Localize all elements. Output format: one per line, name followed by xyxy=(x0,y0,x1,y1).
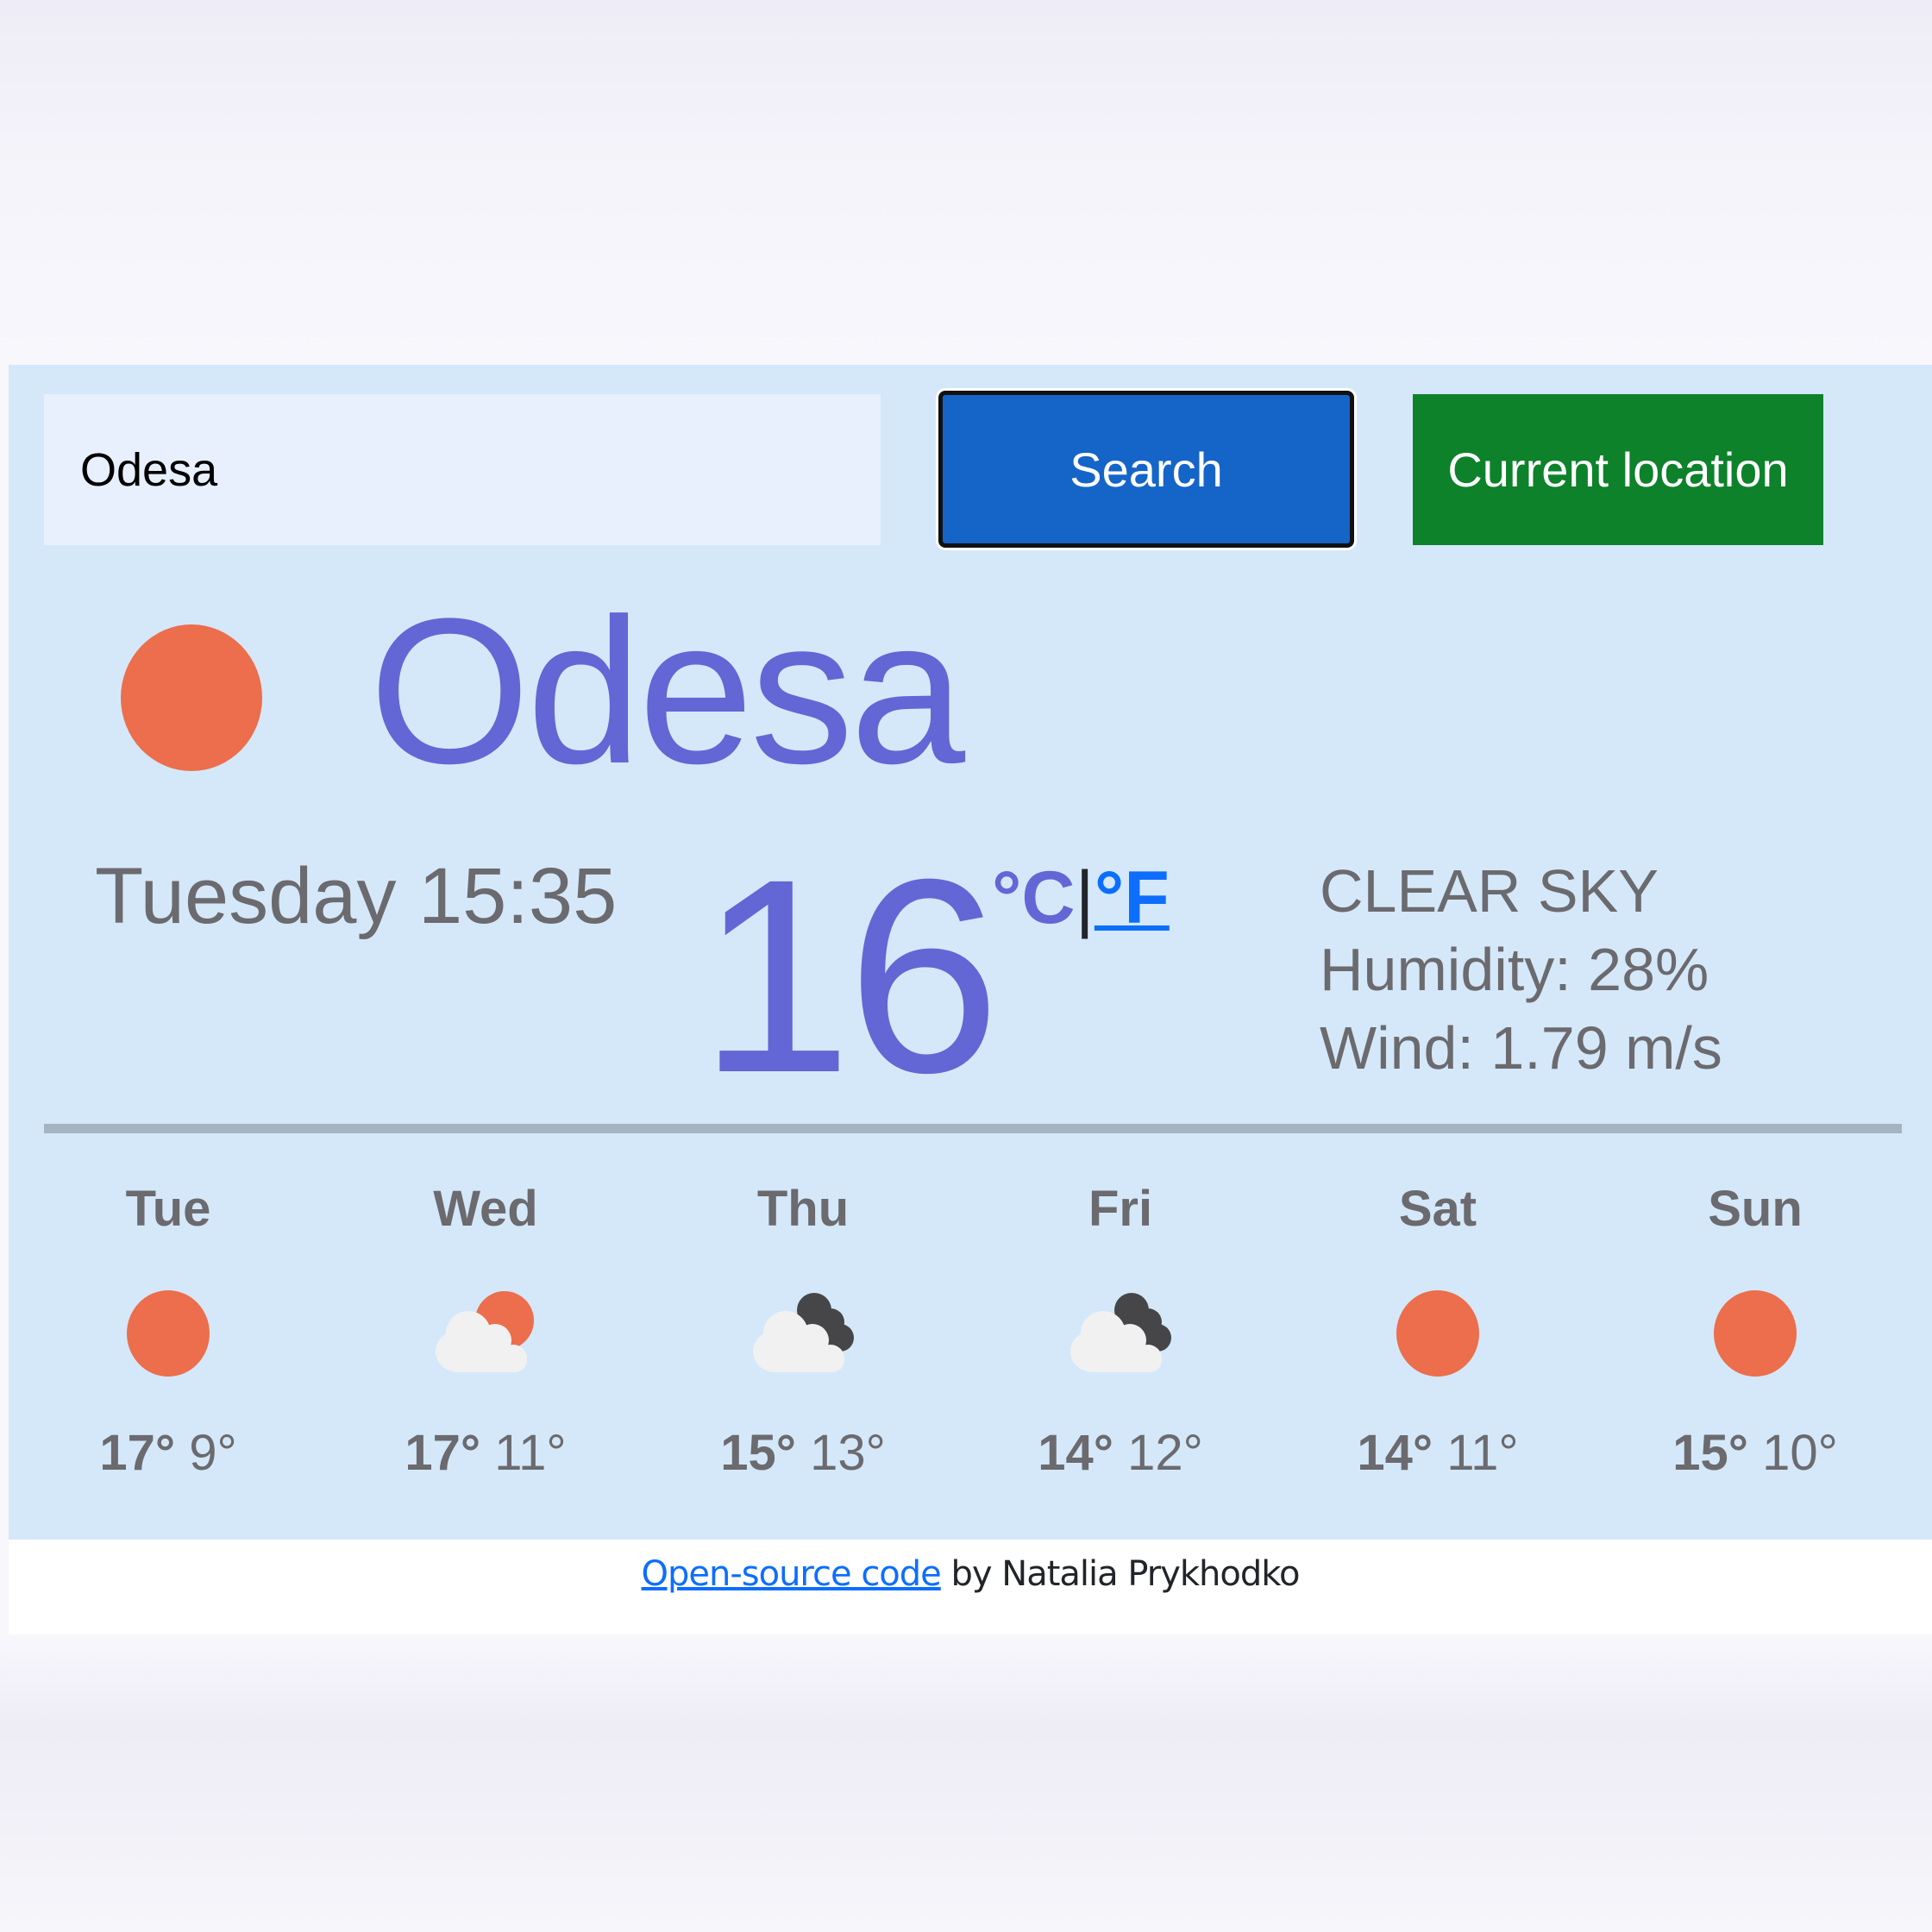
forecast-day-name: Wed xyxy=(433,1181,538,1237)
cloud-dark-cloud-icon xyxy=(1070,1293,1171,1372)
forecast-day-name: Thu xyxy=(756,1181,850,1237)
forecast-min: 12° xyxy=(1127,1425,1203,1481)
weather-app: Search Current location Odesa Tuesday 15… xyxy=(9,365,1932,1540)
forecast-day: Tue 17° 9° xyxy=(26,1184,310,1529)
forecast-max: 17° xyxy=(99,1425,176,1481)
city-search-input[interactable] xyxy=(44,394,881,545)
forecast-day-name: Tue xyxy=(125,1181,211,1237)
unit-toggle: °C|°F xyxy=(992,861,1170,935)
weather-details: CLEAR SKY Humidity: 28% Wind: 1.79 m/s xyxy=(1320,852,1722,1088)
city-name: Odesa xyxy=(369,575,965,806)
sun-icon xyxy=(1396,1290,1479,1377)
sun-icon xyxy=(1714,1290,1797,1377)
forecast: Tue 17° 9° Wed 17° 11° Thu 15° 13° Fri 1… xyxy=(26,1184,1898,1529)
sun-icon xyxy=(121,624,262,771)
forecast-day-name: Sun xyxy=(1708,1181,1803,1237)
forecast-min: 10° xyxy=(1762,1425,1838,1481)
forecast-day: Fri 14° 12° xyxy=(978,1184,1263,1529)
forecast-day-name: Sat xyxy=(1398,1181,1477,1237)
forecast-min: 11° xyxy=(494,1425,567,1481)
forecast-max: 14° xyxy=(1357,1425,1433,1481)
forecast-min: 9° xyxy=(189,1425,237,1481)
open-source-link[interactable]: Open-source code xyxy=(642,1554,942,1594)
cloud-dark-cloud-icon xyxy=(753,1293,854,1372)
unit-separator: | xyxy=(1075,856,1095,939)
forecast-max: 14° xyxy=(1038,1425,1113,1481)
current-temperature: 16 xyxy=(699,821,1000,1130)
weather-description: CLEAR SKY xyxy=(1320,857,1659,925)
forecast-min: 13° xyxy=(810,1425,886,1481)
wind-speed: Wind: 1.79 m/s xyxy=(1320,1014,1722,1082)
sun-icon xyxy=(127,1290,210,1377)
forecast-day: Thu 15° 13° xyxy=(661,1184,945,1529)
forecast-max: 15° xyxy=(1672,1425,1748,1481)
forecast-min: 11° xyxy=(1446,1425,1519,1481)
cloud-sun-icon xyxy=(436,1291,534,1372)
author-credit: by Natalia Prykhodko xyxy=(940,1554,1300,1594)
footer: Open-source code by Natalia Prykhodko xyxy=(9,1540,1932,1634)
fahrenheit-link[interactable]: °F xyxy=(1095,856,1170,939)
forecast-day: Sun 15° 10° xyxy=(1613,1184,1898,1529)
forecast-max: 17° xyxy=(405,1425,481,1481)
current-datetime: Tuesday 15:35 xyxy=(95,852,618,940)
forecast-max: 15° xyxy=(720,1425,796,1481)
search-button[interactable]: Search xyxy=(938,391,1354,548)
current-location-button[interactable]: Current location xyxy=(1413,394,1823,545)
forecast-day: Sat 14° 11° xyxy=(1295,1184,1580,1529)
humidity: Humidity: 28% xyxy=(1320,936,1709,1003)
forecast-day: Wed 17° 11° xyxy=(343,1184,628,1529)
forecast-day-name: Fri xyxy=(1088,1181,1153,1237)
divider xyxy=(44,1124,1902,1133)
celsius-unit[interactable]: °C xyxy=(992,856,1076,939)
